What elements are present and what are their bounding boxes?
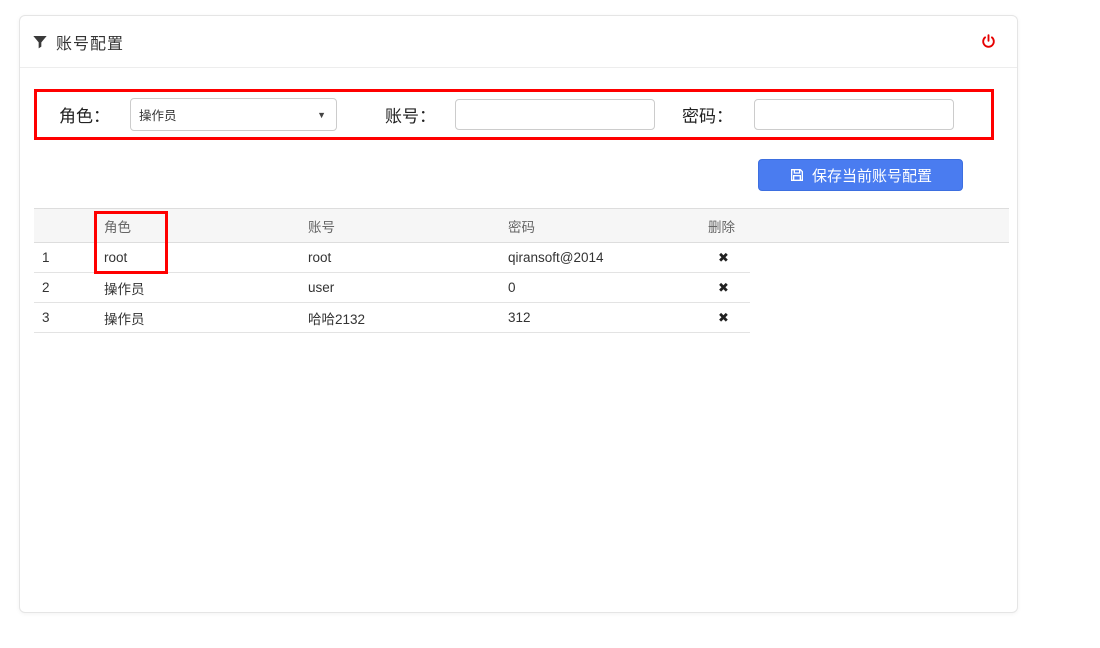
row-account: 哈哈2132 — [308, 308, 508, 328]
row-index: 1 — [34, 250, 104, 265]
row-index: 2 — [34, 280, 104, 295]
row-index: 3 — [34, 310, 104, 325]
account-config-card: 账号配置 角色： 操作员 ▼ 账号： 密码： — [19, 15, 1018, 613]
password-label: 密码： — [682, 102, 733, 127]
table-row: 1 root root qiransoft@2014 ✖ — [34, 243, 750, 273]
row-password: 0 — [508, 280, 708, 295]
row-password: qiransoft@2014 — [508, 250, 708, 265]
account-input[interactable] — [455, 99, 655, 130]
password-input[interactable] — [754, 99, 954, 130]
role-select-value: 操作员 — [139, 105, 177, 124]
page: 账号配置 角色： 操作员 ▼ 账号： 密码： — [0, 0, 1100, 648]
role-select[interactable]: 操作员 ▼ — [130, 98, 337, 131]
col-delete: 删除 — [708, 216, 1009, 236]
card-header: 账号配置 — [20, 16, 1017, 68]
row-role: root — [104, 250, 308, 265]
table-row: 3 操作员 哈哈2132 312 ✖ — [34, 303, 750, 333]
table-body: 1 root root qiransoft@2014 ✖ 2 操作员 user … — [34, 243, 750, 333]
row-role: 操作员 — [104, 278, 308, 298]
save-button-label: 保存当前账号配置 — [812, 165, 932, 186]
row-account: root — [308, 250, 508, 265]
delete-row-button[interactable]: ✖ — [708, 250, 729, 266]
col-role: 角色 — [104, 216, 308, 236]
row-password: 312 — [508, 310, 708, 325]
table-row: 2 操作员 user 0 ✖ — [34, 273, 750, 303]
col-account: 账号 — [308, 216, 508, 236]
table-header-row: 角色 账号 密码 删除 — [34, 208, 1009, 243]
filter-funnel-icon — [32, 34, 48, 50]
page-title: 账号配置 — [56, 30, 124, 54]
row-account: user — [308, 280, 508, 295]
power-icon[interactable] — [977, 31, 999, 53]
chevron-down-icon: ▼ — [317, 110, 326, 120]
col-password: 密码 — [508, 216, 708, 236]
filter-form-annotated: 角色： 操作员 ▼ 账号： 密码： — [34, 89, 994, 140]
delete-row-button[interactable]: ✖ — [708, 280, 729, 296]
role-label: 角色： — [59, 102, 110, 127]
account-label: 账号： — [385, 102, 436, 127]
delete-row-button[interactable]: ✖ — [708, 310, 729, 326]
save-account-config-button[interactable]: 保存当前账号配置 — [758, 159, 963, 191]
row-role: 操作员 — [104, 308, 308, 328]
save-floppy-icon — [789, 167, 805, 183]
